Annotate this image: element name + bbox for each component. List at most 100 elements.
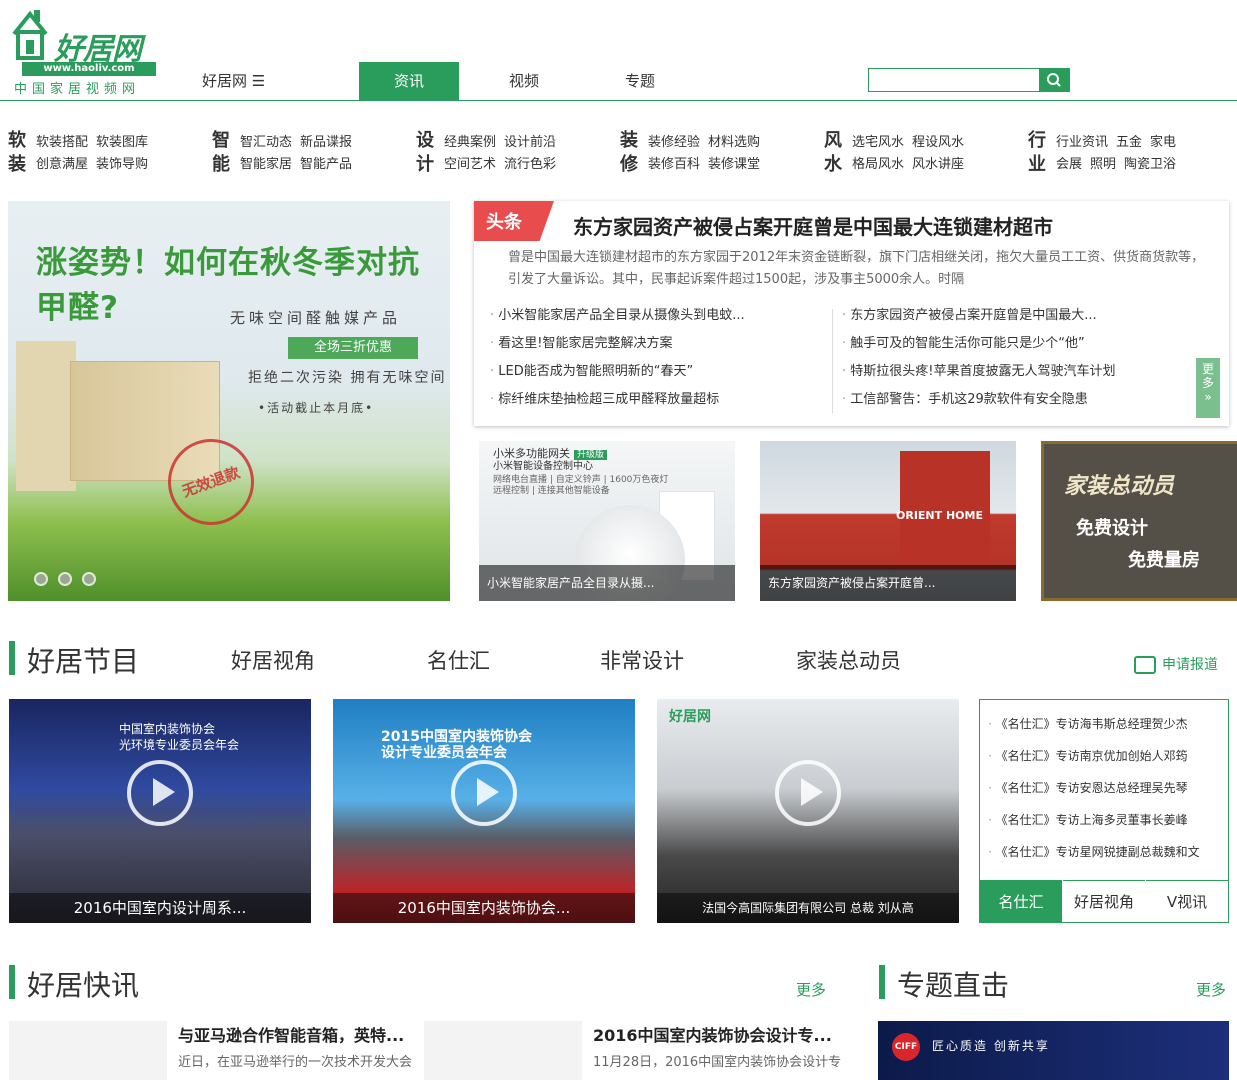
category-link[interactable]: 装修百科: [648, 157, 700, 172]
topic-banner[interactable]: CIFF 匠心质造 创新共享: [878, 1021, 1229, 1080]
news-flash-more-link[interactable]: 更多: [796, 979, 826, 1000]
category-link[interactable]: 风水讲座: [912, 157, 964, 172]
campaign-title: 家装总动员: [1064, 474, 1175, 499]
tab-special-design[interactable]: 非常设计: [600, 645, 684, 675]
video-tile[interactable]: 中国室内装饰协会 光环境专业委员会年会 2016中国室内设计周系...: [9, 699, 311, 923]
search-input[interactable]: [869, 69, 1039, 91]
search-box: [868, 68, 1070, 92]
interview-item[interactable]: 《名仕汇》专访上海多灵董事长姜峰: [988, 804, 1200, 836]
category-link[interactable]: 创意满屋: [36, 157, 88, 172]
promo-banner[interactable]: 涨姿势！如何在秋冬季对抗甲醛? 无味空间醛触媒产品 全场三折优惠 拒绝二次污染 …: [8, 201, 450, 601]
category-link[interactable]: 照明: [1090, 157, 1116, 172]
category-head: 设: [416, 130, 434, 151]
category-link[interactable]: 经典案例: [444, 135, 496, 150]
play-icon[interactable]: [451, 760, 517, 827]
play-icon[interactable]: [127, 760, 193, 827]
interview-item[interactable]: 《名仕汇》专访安恩达总经理吴先琴: [988, 772, 1200, 804]
news-card-title[interactable]: 2016中国室内装饰协会设计专...: [593, 1022, 832, 1046]
site-menu-toggle[interactable]: 好居网 ☰: [202, 70, 265, 91]
site-logo[interactable]: 好居网 www.haoliv.com 中国家居视频网: [8, 6, 168, 97]
side-tab-haoju-view[interactable]: 好居视角: [1063, 880, 1145, 922]
logo-tagline: 中国家居视频网: [14, 82, 141, 97]
category-link[interactable]: 装修经验: [648, 135, 700, 150]
news-card-text: 近日，在亚马逊举行的一次技术开发大会: [178, 1055, 413, 1070]
side-tab-v-news[interactable]: V视讯: [1146, 880, 1228, 922]
carousel-dot[interactable]: [82, 572, 96, 586]
category-link[interactable]: 智能产品: [300, 157, 352, 172]
thumb-spec: 小米智能设备控制中心: [493, 461, 593, 472]
category-link[interactable]: 装修课堂: [708, 157, 760, 172]
play-icon[interactable]: [775, 760, 841, 827]
news-item[interactable]: 看这里!智能家居完整解决方案: [490, 330, 745, 358]
tab-home-decor-campaign[interactable]: 家装总动员: [796, 645, 901, 675]
side-tab-mingshihui[interactable]: 名仕汇: [980, 880, 1062, 922]
category-link[interactable]: 行业资讯: [1056, 135, 1108, 150]
category-link[interactable]: 智能家居: [240, 157, 292, 172]
search-button[interactable]: [1039, 69, 1069, 91]
category-link[interactable]: 空间艺术: [444, 157, 496, 172]
category-link[interactable]: 五金: [1116, 135, 1142, 150]
carousel-dot[interactable]: [58, 572, 72, 586]
carousel-dot[interactable]: [34, 572, 48, 586]
thumb-badge: 升级版: [574, 450, 608, 460]
news-item[interactable]: LED能否成为智能照明新的“春天”: [490, 358, 745, 386]
tab-topics[interactable]: 专题: [590, 62, 690, 100]
news-card-image[interactable]: [9, 1021, 167, 1080]
topics-more-link[interactable]: 更多: [1196, 979, 1226, 1000]
category-link[interactable]: 家电: [1150, 135, 1176, 150]
tab-news[interactable]: 资讯: [359, 62, 459, 100]
thumb-xiaomi-gateway[interactable]: 小米多功能网关 升级版 小米智能设备控制中心 网络电台直播 | 自定义铃声 | 1…: [479, 441, 735, 601]
news-item[interactable]: 东方家园资产被侵占案开庭曾是中国最大...: [842, 302, 1115, 330]
thumb-caption: 东方家园资产被侵占案开庭曾...: [760, 565, 1016, 601]
category-link[interactable]: 选宅风水: [852, 135, 904, 150]
category-link[interactable]: 软装图库: [96, 135, 148, 150]
category-head: 业: [1028, 154, 1046, 175]
tab-mingshihui[interactable]: 名仕汇: [427, 645, 490, 675]
interview-item[interactable]: 《名仕汇》专访海韦斯总经理贺少杰: [988, 708, 1200, 740]
category-link[interactable]: 智汇动态: [240, 135, 292, 150]
search-icon: [1047, 73, 1061, 87]
interview-item[interactable]: 《名仕汇》专访南京优加创始人邓筠: [988, 740, 1200, 772]
video-tile[interactable]: 2015中国室内装饰协会 设计专业委员会年会 2016中国室内装饰协会...: [333, 699, 635, 923]
news-item[interactable]: 棕纤维床垫抽检超三成甲醛释放量超标: [490, 386, 745, 414]
news-item[interactable]: 工信部警告：手机这29款软件有安全隐患: [842, 386, 1115, 414]
thumb-home-decor-campaign[interactable]: 家装总动员 免费设计 免费量房: [1041, 441, 1237, 601]
section-accent: [879, 965, 885, 999]
category-link[interactable]: 设计前沿: [504, 135, 556, 150]
category-link[interactable]: 陶瓷卫浴: [1124, 157, 1176, 172]
headline-title[interactable]: 东方家园资产被侵占案开庭曾是中国最大连锁建材超市: [573, 211, 1053, 240]
category-link[interactable]: 材料选购: [708, 135, 760, 150]
news-more-button[interactable]: 更多 »: [1196, 358, 1220, 418]
news-item[interactable]: 特斯拉很头疼!苹果首度披露无人驾驶汽车计划: [842, 358, 1115, 386]
apply-report-label: 申请报道: [1162, 657, 1218, 673]
category-head: 能: [212, 154, 230, 175]
category-link[interactable]: 格局风水: [852, 157, 904, 172]
category-link[interactable]: 程设风水: [912, 135, 964, 150]
category-link[interactable]: 会展: [1056, 157, 1082, 172]
news-item[interactable]: 小米智能家居产品全目录从摄像头到电蚊...: [490, 302, 744, 330]
category-link[interactable]: 新品谍报: [300, 135, 352, 150]
campaign-line: 免费设计: [1076, 518, 1148, 539]
video-tile[interactable]: 好居网 法国今高国际集团有限公司 总裁 刘从高: [657, 699, 959, 923]
news-card-title[interactable]: 与亚马逊合作智能音箱，英特...: [178, 1022, 404, 1046]
thumb-orient-home[interactable]: ORIENT HOME 东方家园资产被侵占案开庭曾...: [760, 441, 1016, 601]
category-link[interactable]: 流行色彩: [504, 157, 556, 172]
tab-video[interactable]: 视频: [474, 62, 574, 100]
video-caption: 2016中国室内装饰协会...: [333, 893, 635, 923]
section-title-program: 好居节目: [27, 645, 140, 678]
thumb-caption: 小米智能家居产品全目录从摄...: [479, 565, 735, 601]
category-link[interactable]: 装饰导购: [96, 157, 148, 172]
news-card-image[interactable]: [424, 1021, 582, 1080]
tab-haoju-view[interactable]: 好居视角: [231, 645, 315, 675]
category-link[interactable]: 软装搭配: [36, 135, 88, 150]
interview-item[interactable]: 《名仕汇》专访星网锐捷副总裁魏和文: [988, 836, 1200, 868]
section-accent: [9, 641, 15, 675]
video-slide-text: 好居网: [669, 709, 711, 725]
news-item[interactable]: 触手可及的智能生活你可能只是少个“他”: [842, 330, 1115, 358]
video-caption: 法国今高国际集团有限公司 总裁 刘从高: [657, 893, 959, 923]
apply-report-link[interactable]: 申请报道: [1134, 654, 1218, 674]
banner-promo: 全场三折优惠: [288, 337, 418, 359]
category-head: 装: [620, 130, 638, 151]
ciff-logo: CIFF: [892, 1033, 920, 1061]
category-head: 智: [212, 130, 230, 151]
